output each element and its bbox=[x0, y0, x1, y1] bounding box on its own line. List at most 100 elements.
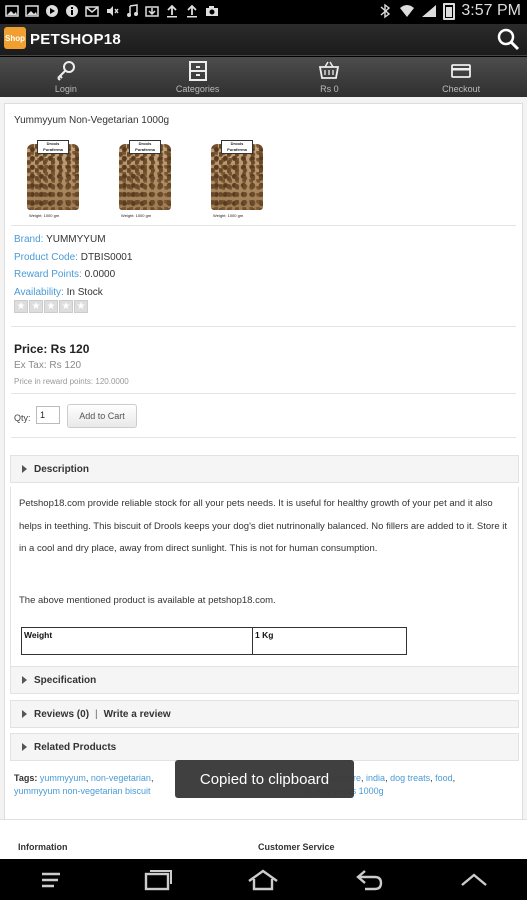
package-weight: Weight: 1000 gm bbox=[121, 213, 152, 218]
divider bbox=[11, 326, 516, 327]
write-review-link[interactable]: Write a review bbox=[104, 709, 171, 720]
toast-message: Copied to clipboard bbox=[175, 760, 354, 798]
divider bbox=[11, 437, 516, 438]
notification-icons bbox=[4, 3, 220, 19]
drawer-icon bbox=[188, 61, 207, 81]
collapse-icon bbox=[461, 872, 488, 886]
product-code-label: Product Code: bbox=[14, 251, 78, 263]
recent-apps-button[interactable] bbox=[138, 865, 178, 895]
package-weight: Weight: 1000 gm bbox=[29, 213, 60, 218]
specification-tab[interactable]: Specification bbox=[10, 666, 519, 694]
qty-label: Qty: bbox=[14, 413, 31, 423]
footer-information[interactable]: Information bbox=[18, 842, 68, 852]
search-icon bbox=[497, 28, 520, 51]
add-to-cart-button[interactable]: Add to Cart bbox=[67, 404, 137, 428]
caret-right-icon bbox=[22, 710, 27, 718]
weight-table-key: Weight bbox=[22, 628, 253, 654]
music-icon bbox=[124, 3, 140, 19]
star-icon: ★ bbox=[29, 300, 43, 313]
availability-label: Availability: bbox=[14, 286, 64, 298]
app-logo: Shop bbox=[4, 27, 26, 49]
recent-apps-icon bbox=[144, 869, 173, 890]
separator: | bbox=[95, 708, 98, 720]
package-brand: Drools Puraferma bbox=[37, 140, 69, 154]
description-text: Petshop18.com provide reliable stock for… bbox=[19, 498, 507, 554]
qty-input[interactable] bbox=[36, 406, 60, 424]
status-bar: 3:57 PM bbox=[0, 0, 527, 24]
upload-icon bbox=[184, 3, 200, 19]
menu-icon bbox=[41, 872, 60, 887]
info-icon bbox=[64, 3, 80, 19]
nav-cart[interactable]: Rs 0 bbox=[264, 57, 396, 97]
description-tab[interactable]: Description bbox=[10, 455, 519, 483]
battery-icon bbox=[443, 2, 456, 20]
ex-tax-price: Ex Tax: Rs 120 bbox=[14, 360, 82, 371]
related-products-tab[interactable]: Related Products bbox=[10, 733, 519, 761]
product-thumbnail[interactable]: Drools Puraferma Weight: 1000 gm bbox=[209, 140, 263, 220]
play-icon bbox=[44, 3, 60, 19]
description-tab-label: Description bbox=[34, 463, 90, 475]
caret-right-icon bbox=[22, 743, 27, 751]
tag-link[interactable]: yummyyum non-vegetarian biscuit bbox=[14, 786, 151, 796]
product-title: Yummyyum Non-Vegetarian 1000g bbox=[14, 115, 170, 126]
download-icon bbox=[144, 3, 160, 19]
back-button[interactable] bbox=[349, 865, 389, 895]
rating-stars: ★ ★ ★ ★ ★ bbox=[14, 300, 88, 313]
divider bbox=[11, 225, 516, 226]
divider bbox=[11, 393, 516, 394]
mail-icon bbox=[84, 3, 100, 19]
nav-checkout[interactable]: Checkout bbox=[395, 57, 527, 97]
nav-login[interactable]: Login bbox=[0, 57, 132, 97]
product-thumbnail[interactable]: Drools Puraferma Weight: 1000 gm bbox=[25, 140, 79, 220]
availability-value: In Stock bbox=[66, 286, 103, 298]
description-panel: Petshop18.com provide reliable stock for… bbox=[10, 487, 519, 671]
image-icon bbox=[4, 3, 20, 19]
footer-customer-service[interactable]: Customer Service bbox=[258, 842, 335, 852]
reviews-tab[interactable]: Reviews (0) | Write a review bbox=[10, 700, 519, 728]
nav-categories[interactable]: Categories bbox=[132, 57, 264, 97]
reward-points-label: Reward Points: bbox=[14, 269, 82, 280]
price: Price: Rs 120 bbox=[14, 342, 90, 356]
tags-label: Tags: bbox=[14, 773, 38, 783]
home-button[interactable] bbox=[243, 865, 283, 895]
upload-icon bbox=[164, 3, 180, 19]
tag-link[interactable]: dog treats bbox=[390, 773, 430, 783]
page-content[interactable]: Yummyyum Non-Vegetarian 1000g Drools Pur… bbox=[0, 97, 527, 859]
store-nav: Login Categories Rs 0 Checkout bbox=[0, 57, 527, 97]
weight-table: Weight 1 Kg bbox=[21, 627, 407, 655]
camera-icon bbox=[204, 3, 220, 19]
menu-button[interactable] bbox=[33, 865, 73, 895]
product-code-value: DTBIS0001 bbox=[80, 251, 133, 263]
specification-tab-label: Specification bbox=[34, 674, 97, 686]
app-title: PETSHOP18 bbox=[30, 31, 122, 48]
wifi-icon bbox=[399, 3, 415, 19]
brand-value[interactable]: YUMMYYUM bbox=[46, 234, 105, 245]
nav-cart-label: Rs 0 bbox=[320, 84, 339, 94]
tag-link[interactable]: india bbox=[366, 773, 385, 783]
product-thumbnails: Drools Puraferma Weight: 1000 gm Drools … bbox=[25, 140, 263, 220]
tag-link[interactable]: food bbox=[435, 773, 453, 783]
brand-label: Brand: bbox=[14, 234, 44, 245]
site-footer: Information Customer Service bbox=[0, 819, 527, 859]
product-card: Yummyyum Non-Vegetarian 1000g Drools Pur… bbox=[4, 103, 523, 859]
star-icon: ★ bbox=[74, 300, 88, 313]
app-bar: Shop PETSHOP18 bbox=[0, 24, 527, 56]
back-icon bbox=[356, 869, 383, 890]
search-button[interactable] bbox=[495, 26, 521, 52]
tag-link[interactable]: non-vegetarian bbox=[91, 773, 151, 783]
reward-price: Price in reward points: 120.0000 bbox=[14, 377, 129, 386]
reward-points-value: 0.0000 bbox=[84, 269, 116, 280]
tag-link[interactable]: yummyyum bbox=[40, 773, 86, 783]
reviews-tab-label: Reviews (0) bbox=[34, 708, 90, 720]
description-availability: The above mentioned product is available… bbox=[19, 595, 276, 606]
bluetooth-icon bbox=[377, 3, 393, 19]
collapse-button[interactable] bbox=[454, 865, 494, 895]
nav-checkout-label: Checkout bbox=[442, 84, 481, 94]
related-products-tab-label: Related Products bbox=[34, 741, 117, 753]
caret-right-icon bbox=[22, 676, 27, 684]
cart-icon bbox=[319, 61, 340, 79]
signal-icon bbox=[421, 3, 437, 19]
package-brand: Drools Puraferma bbox=[221, 140, 253, 154]
key-icon bbox=[57, 61, 75, 81]
product-thumbnail[interactable]: Drools Puraferma Weight: 1000 gm bbox=[117, 140, 171, 220]
